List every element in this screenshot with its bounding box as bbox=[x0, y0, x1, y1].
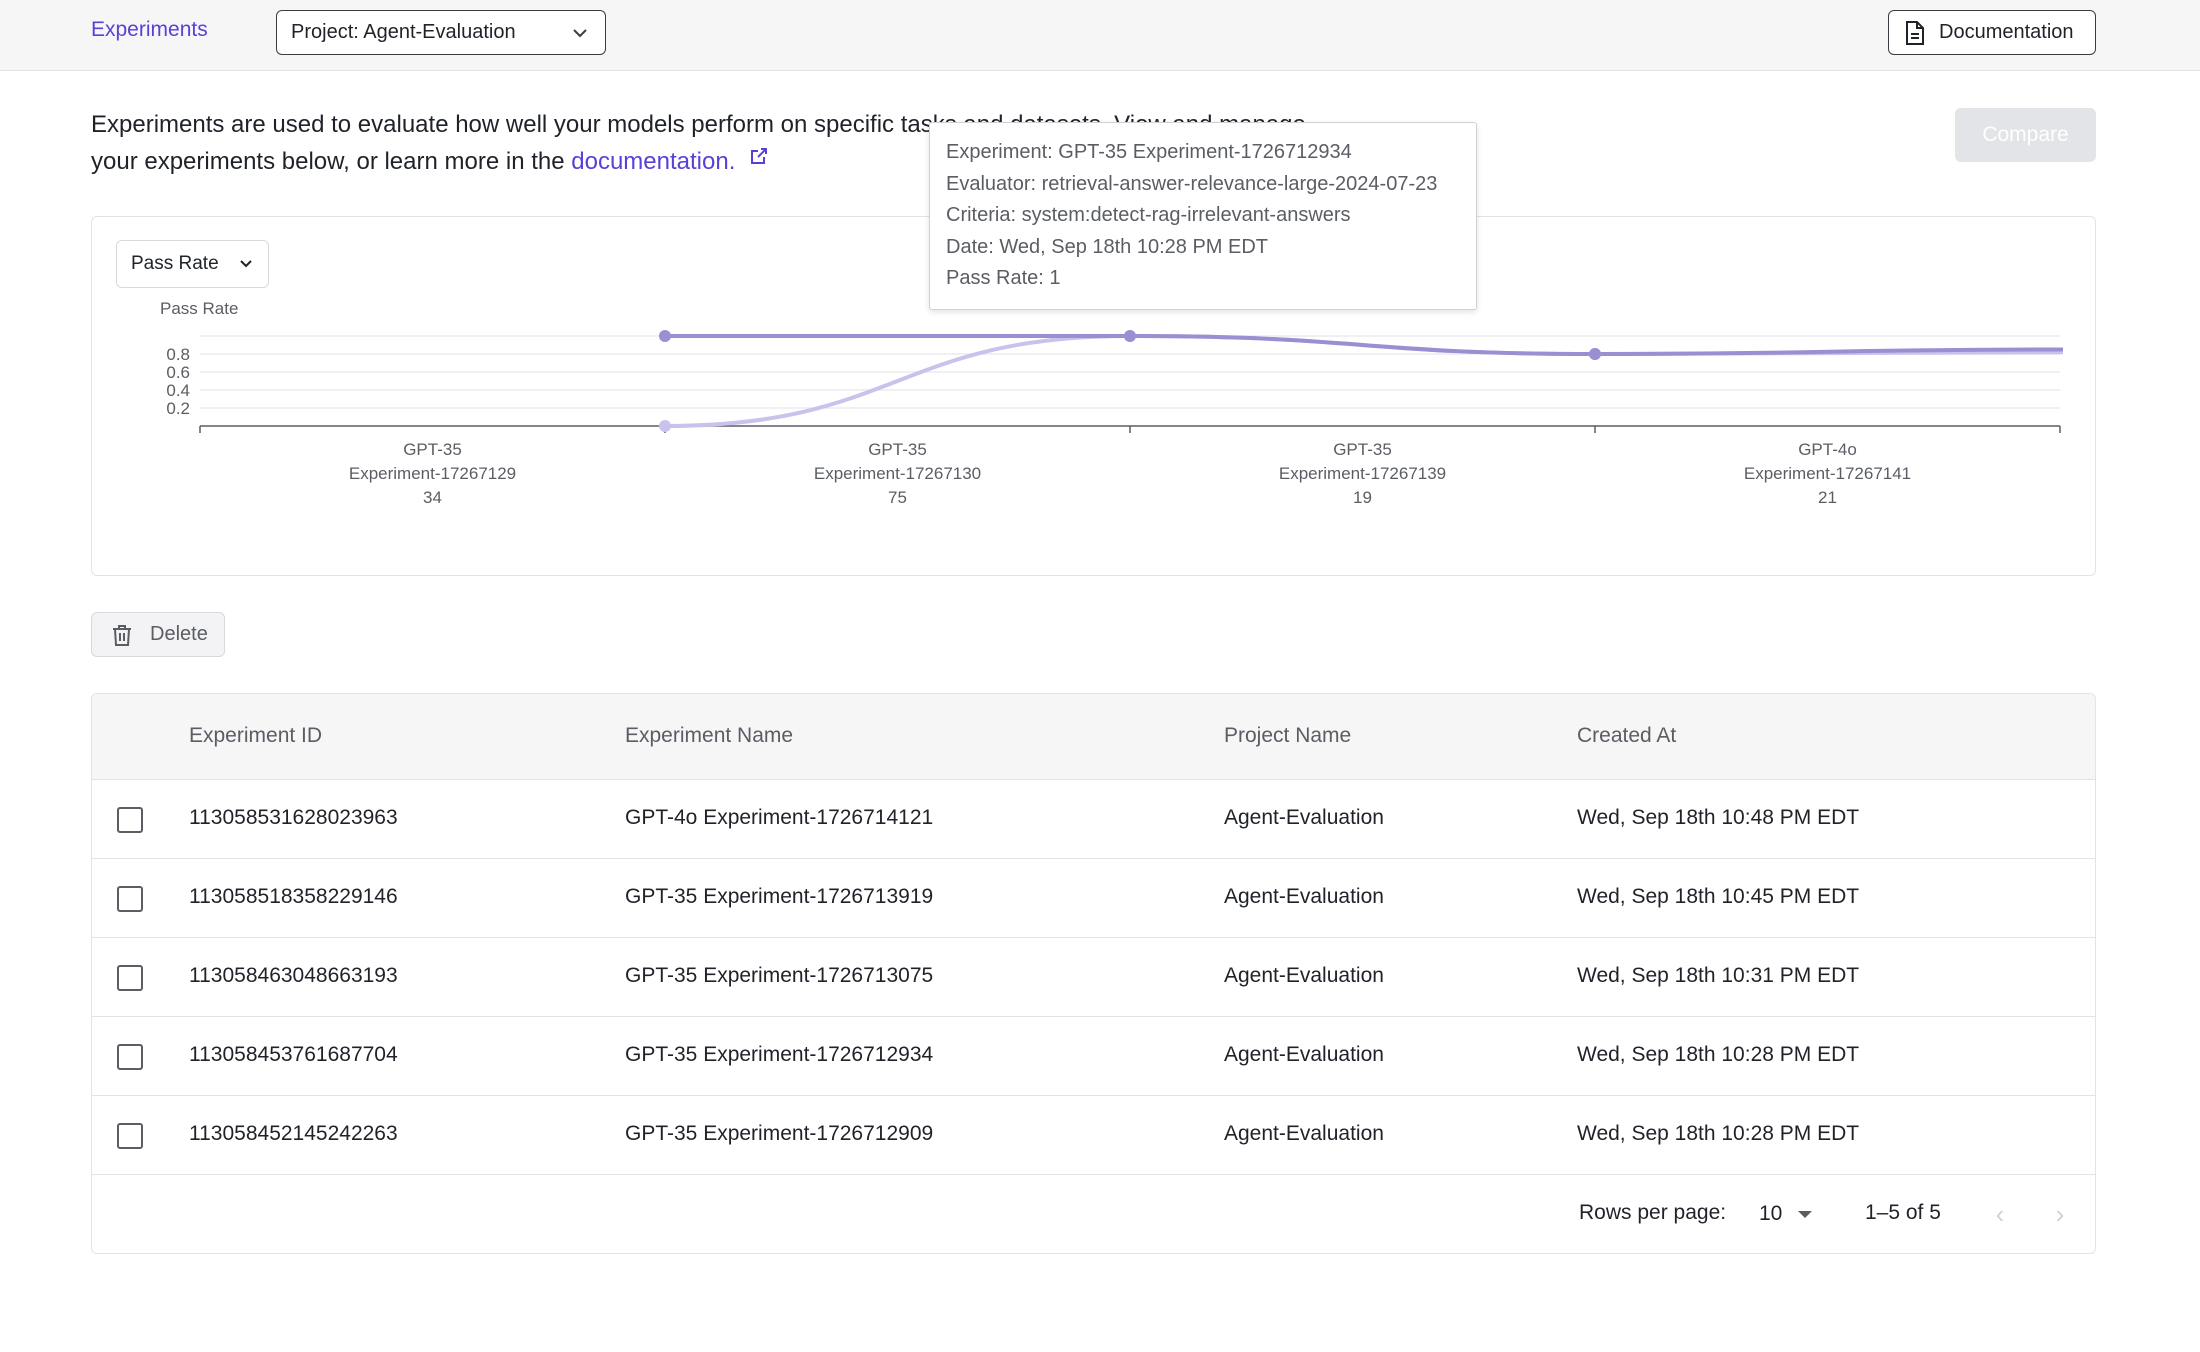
x-tick-label: Experiment-17267139 bbox=[1279, 464, 1446, 483]
tooltip-criteria: Criteria: system:detect-rag-irrelevant-a… bbox=[946, 204, 1351, 226]
rows-per-page-select[interactable]: 10 bbox=[1759, 1199, 1819, 1229]
cell-created-at: Wed, Sep 18th 10:48 PM EDT bbox=[1577, 806, 1860, 829]
table-row[interactable]: 113058518358229146 GPT-35 Experiment-172… bbox=[92, 859, 2095, 938]
cell-experiment-name: GPT-35 Experiment-1726713075 bbox=[625, 964, 934, 987]
chart-lines bbox=[664, 333, 2064, 428]
y-axis-ticks: 0.80.60.40.2 bbox=[166, 345, 190, 418]
x-tick-label: GPT-35 bbox=[403, 440, 462, 459]
row-checkbox[interactable] bbox=[117, 807, 143, 833]
table-header: Experiment ID Experiment Name Project Na… bbox=[92, 694, 2095, 780]
data-point bbox=[659, 420, 671, 432]
cell-created-at: Wed, Sep 18th 10:28 PM EDT bbox=[1577, 1043, 1860, 1066]
trash-icon bbox=[113, 624, 131, 646]
cell-created-at: Wed, Sep 18th 10:28 PM EDT bbox=[1577, 1122, 1860, 1145]
rows-per-page-value: 10 bbox=[1759, 1202, 1783, 1225]
cell-created-at: Wed, Sep 18th 10:45 PM EDT bbox=[1577, 885, 1860, 908]
x-tick-label: 75 bbox=[888, 488, 907, 507]
tooltip-date: Date: Wed, Sep 18th 10:28 PM EDT bbox=[946, 235, 1269, 258]
row-checkbox[interactable] bbox=[117, 965, 143, 991]
cell-project-name: Agent-Evaluation bbox=[1224, 1043, 1384, 1066]
table-row[interactable]: 113058531628023963 GPT-4o Experiment-172… bbox=[92, 780, 2095, 859]
data-point bbox=[1589, 348, 1601, 360]
tooltip-experiment: Experiment: GPT-35 Experiment-1726712934 bbox=[946, 141, 1352, 163]
chevron-down-icon bbox=[240, 260, 252, 268]
metric-select[interactable]: Pass Rate bbox=[116, 240, 269, 288]
chart-tooltip: Experiment: GPT-35 Experiment-1726712934… bbox=[929, 122, 1477, 310]
header-project-name[interactable]: Project Name bbox=[1224, 724, 1351, 748]
x-tick-label: Experiment-17267130 bbox=[814, 464, 981, 483]
row-checkbox[interactable] bbox=[117, 1123, 143, 1149]
chevron-right-icon[interactable]: › bbox=[2045, 1197, 2075, 1231]
cell-experiment-name: GPT-35 Experiment-1726713919 bbox=[625, 885, 934, 908]
tooltip-evaluator: Evaluator: retrieval-answer-relevance-la… bbox=[946, 172, 1438, 195]
cell-project-name: Agent-Evaluation bbox=[1224, 806, 1384, 829]
cell-experiment-name: GPT-35 Experiment-1726712909 bbox=[625, 1122, 934, 1145]
table-row[interactable]: 113058453761687704 GPT-35 Experiment-172… bbox=[92, 1017, 2095, 1096]
x-tick-label: Experiment-17267129 bbox=[349, 464, 516, 483]
header-experiment-id[interactable]: Experiment ID bbox=[189, 724, 322, 748]
tooltip-pass-rate: Pass Rate: 1 bbox=[946, 267, 1061, 289]
chart-grid bbox=[200, 335, 2060, 409]
x-tick-label: 21 bbox=[1818, 488, 1837, 507]
x-tick-label: 19 bbox=[1353, 488, 1372, 507]
x-axis: GPT-35 Experiment-17267129 34 GPT-35 Experim… bbox=[199, 425, 2061, 507]
header-created-at[interactable]: Created At bbox=[1577, 724, 1676, 748]
y-tick-label: 0.2 bbox=[166, 399, 190, 418]
cell-experiment-id: 113058463048663193 bbox=[189, 964, 398, 987]
cell-project-name: Agent-Evaluation bbox=[1224, 885, 1384, 908]
y-tick-label: 0.8 bbox=[166, 345, 190, 364]
y-tick-label: 0.4 bbox=[166, 381, 190, 400]
cell-experiment-id: 113058452145242263 bbox=[189, 1122, 398, 1145]
x-tick-label: Experiment-17267141 bbox=[1744, 464, 1911, 483]
cell-project-name: Agent-Evaluation bbox=[1224, 964, 1384, 987]
chart-points bbox=[659, 330, 1601, 432]
cell-project-name: Agent-Evaluation bbox=[1224, 1122, 1384, 1145]
y-tick-label: 0.6 bbox=[166, 363, 190, 382]
row-checkbox[interactable] bbox=[117, 1044, 143, 1070]
cell-created-at: Wed, Sep 18th 10:31 PM EDT bbox=[1577, 964, 1860, 987]
series-line bbox=[665, 333, 2064, 357]
cell-experiment-id: 113058453761687704 bbox=[189, 1043, 398, 1066]
table-row[interactable]: 113058463048663193 GPT-35 Experiment-172… bbox=[92, 938, 2095, 1017]
metric-select-label: Pass Rate bbox=[131, 253, 219, 274]
data-point bbox=[1124, 330, 1136, 342]
cell-experiment-name: GPT-35 Experiment-1726712934 bbox=[625, 1043, 934, 1066]
x-tick-label: GPT-35 bbox=[1333, 440, 1392, 459]
cell-experiment-name: GPT-4o Experiment-1726714121 bbox=[625, 806, 934, 829]
table-row[interactable]: 113058452145242263 GPT-35 Experiment-172… bbox=[92, 1096, 2095, 1175]
rows-per-page-label: Rows per page: bbox=[1579, 1201, 1727, 1224]
x-tick-label: GPT-35 bbox=[868, 440, 927, 459]
x-tick-label: GPT-4o bbox=[1798, 440, 1857, 459]
experiments-table: Experiment ID Experiment Name Project Na… bbox=[91, 693, 2096, 1254]
table-pagination: Rows per page: 10 1–5 of 5 ‹ › bbox=[92, 1173, 2095, 1253]
y-axis-label: Pass Rate bbox=[160, 299, 238, 318]
header-experiment-name[interactable]: Experiment Name bbox=[625, 724, 793, 748]
pagination-range: 1–5 of 5 bbox=[1865, 1201, 1941, 1224]
delete-button-label: Delete bbox=[150, 623, 208, 645]
cell-experiment-id: 113058531628023963 bbox=[189, 806, 398, 829]
cell-experiment-id: 113058518358229146 bbox=[189, 885, 398, 908]
row-checkbox[interactable] bbox=[117, 886, 143, 912]
chevron-left-icon[interactable]: ‹ bbox=[1985, 1197, 2015, 1231]
x-tick-label: 34 bbox=[423, 488, 442, 507]
data-point bbox=[659, 330, 671, 342]
caret-down-icon bbox=[1798, 1210, 1813, 1218]
delete-button[interactable]: Delete bbox=[91, 612, 225, 657]
